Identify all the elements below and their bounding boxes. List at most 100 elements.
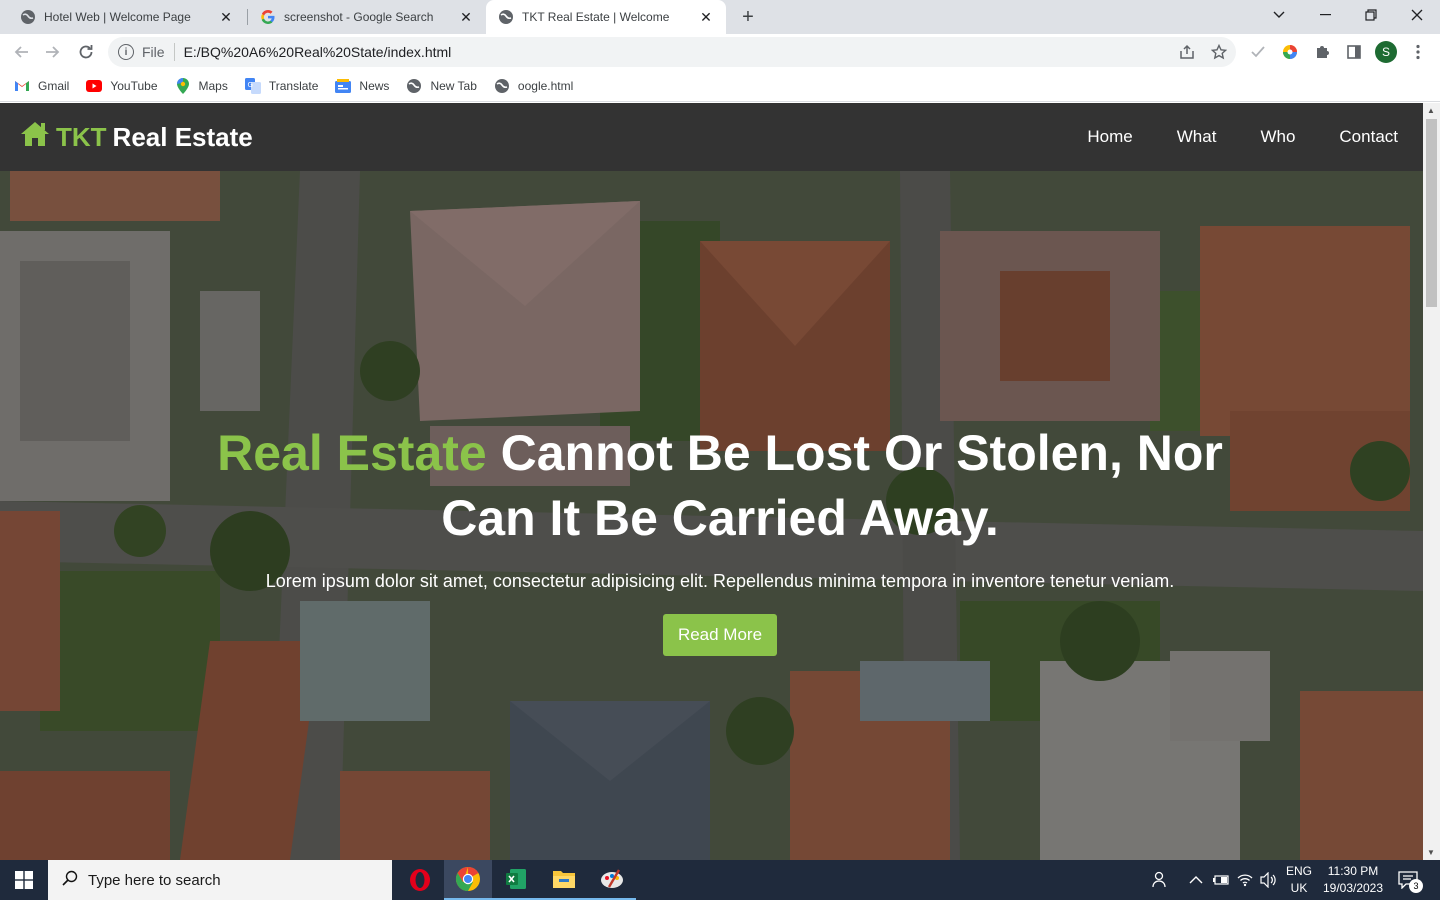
- close-window-button[interactable]: [1394, 0, 1440, 30]
- bookmark-star-icon[interactable]: [1210, 40, 1228, 64]
- back-button[interactable]: [9, 40, 33, 64]
- translate-icon: G: [244, 77, 261, 94]
- nav-home-link[interactable]: Home: [1087, 127, 1132, 147]
- opera-icon[interactable]: [396, 860, 444, 900]
- gmail-icon: [14, 78, 30, 94]
- read-more-button[interactable]: Read More: [662, 614, 778, 656]
- scheme-label: File: [142, 44, 165, 60]
- hero-content: Real Estate Cannot Be Lost Or Stolen, No…: [0, 421, 1423, 656]
- bookmark-label: YouTube: [110, 78, 158, 93]
- logo-brand: TKT: [56, 122, 107, 152]
- new-tab-button[interactable]: +: [736, 5, 760, 29]
- clock-date: 19/03/2023: [1322, 881, 1384, 895]
- globe-icon: [20, 9, 36, 25]
- wifi-icon[interactable]: [1237, 860, 1253, 900]
- browser-toolbar: i File E:/BQ%20A6%20Real%20State/index.h…: [0, 34, 1440, 70]
- tab-title: TKT Real Estate | Welcome: [522, 10, 670, 24]
- tab-tkt-real-estate[interactable]: TKT Real Estate | Welcome ✕: [486, 0, 726, 34]
- tab-search-icon[interactable]: [1256, 0, 1302, 30]
- bookmark-new-tab[interactable]: New Tab: [406, 78, 477, 94]
- bookmark-maps[interactable]: Maps: [175, 77, 228, 94]
- close-icon[interactable]: ✕: [456, 7, 476, 27]
- logo-text: Real Estate: [112, 122, 253, 152]
- bookmark-oogle-html[interactable]: oogle.html: [494, 78, 573, 94]
- tab-hotel-web[interactable]: Hotel Web | Welcome Page ✕: [0, 0, 246, 34]
- bookmark-gmail[interactable]: Gmail: [14, 78, 69, 94]
- chrome-icon[interactable]: [444, 860, 492, 900]
- bookmark-label: Translate: [268, 78, 319, 93]
- checkmark-extension-icon[interactable]: [1246, 40, 1270, 64]
- tab-google-search[interactable]: screenshot - Google Search ✕: [240, 0, 486, 34]
- volume-icon[interactable]: [1259, 860, 1277, 900]
- news-icon: [335, 78, 352, 94]
- bookmark-youtube[interactable]: YouTube: [86, 78, 158, 94]
- profile-avatar[interactable]: S: [1375, 41, 1397, 63]
- keyboard-layout: UK: [1290, 881, 1308, 895]
- nav-who-link[interactable]: Who: [1260, 127, 1295, 147]
- bookmark-news[interactable]: News: [335, 78, 389, 94]
- globe-icon: [498, 9, 514, 25]
- hero-heading-highlight: Real Estate: [217, 425, 487, 481]
- scroll-up-arrow-icon[interactable]: ▲: [1427, 106, 1435, 115]
- bookmarks-bar: Gmail YouTube Maps G Translate News New …: [0, 70, 1440, 102]
- notification-count-badge: 3: [1409, 879, 1423, 893]
- bookmark-label: News: [359, 78, 390, 93]
- search-icon: [62, 870, 78, 891]
- browser-tab-strip: Hotel Web | Welcome Page ✕ screenshot - …: [0, 0, 1440, 34]
- forward-button[interactable]: [41, 40, 65, 64]
- nav-contact-link[interactable]: Contact: [1339, 127, 1398, 147]
- language-code: ENG: [1285, 864, 1312, 878]
- scroll-down-arrow-icon[interactable]: ▼: [1427, 848, 1435, 857]
- site-logo[interactable]: TKT Real Estate: [20, 121, 253, 154]
- tab-title: screenshot - Google Search: [284, 10, 434, 24]
- battery-icon[interactable]: [1212, 860, 1230, 900]
- scrollbar-thumb[interactable]: [1426, 119, 1437, 307]
- maps-icon: [175, 77, 191, 94]
- divider: [173, 43, 175, 61]
- close-icon[interactable]: ✕: [216, 7, 236, 27]
- site-info-icon[interactable]: i: [118, 44, 134, 60]
- address-bar[interactable]: i File E:/BQ%20A6%20Real%20State/index.h…: [108, 37, 1236, 67]
- input-language-indicator[interactable]: ENG UK: [1284, 863, 1314, 897]
- clock-time: 11:30 PM: [1327, 864, 1379, 878]
- bookmark-translate[interactable]: G Translate: [244, 77, 319, 94]
- search-placeholder: Type here to search: [88, 871, 221, 889]
- site-navbar: TKT Real Estate Home What Who Contact: [0, 103, 1423, 171]
- youtube-icon: [86, 78, 103, 94]
- page-scrollbar[interactable]: ▲ ▼: [1423, 103, 1440, 860]
- minimize-button[interactable]: [1302, 0, 1348, 30]
- windows-taskbar: Type here to search ENG UK 11:30 PM 19/0…: [0, 860, 1440, 900]
- nav-links: Home What Who Contact: [1087, 127, 1398, 147]
- share-icon[interactable]: [1178, 40, 1196, 64]
- extensions-puzzle-icon[interactable]: [1310, 40, 1334, 64]
- hero-subtitle: Lorem ipsum dolor sit amet, consectetur …: [265, 571, 1175, 591]
- tray-chevron-up-icon[interactable]: [1189, 860, 1203, 900]
- nav-what-link[interactable]: What: [1177, 127, 1217, 147]
- menu-kebab-icon[interactable]: [1406, 40, 1430, 64]
- globe-icon: [494, 78, 510, 94]
- taskbar-clock[interactable]: 11:30 PM 19/03/2023: [1318, 863, 1388, 897]
- house-icon: [20, 121, 50, 154]
- notification-center-icon[interactable]: 3: [1396, 868, 1423, 893]
- hero-section: Real Estate Cannot Be Lost Or Stolen, No…: [0, 171, 1423, 860]
- people-icon[interactable]: [1150, 860, 1170, 900]
- excel-icon[interactable]: [492, 860, 540, 900]
- page-viewport: TKT Real Estate Home What Who Contact Re…: [0, 103, 1423, 860]
- start-button[interactable]: [0, 860, 48, 900]
- svg-text:G: G: [247, 81, 252, 89]
- close-icon[interactable]: ✕: [696, 7, 716, 27]
- restore-button[interactable]: [1348, 0, 1394, 30]
- side-panel-icon[interactable]: [1342, 40, 1366, 64]
- paint-icon[interactable]: [588, 860, 636, 900]
- google-icon: [260, 9, 276, 25]
- color-picker-extension-icon[interactable]: [1278, 40, 1302, 64]
- bookmark-label: Maps: [198, 78, 228, 93]
- url-text[interactable]: E:/BQ%20A6%20Real%20State/index.html: [184, 44, 452, 60]
- reload-button[interactable]: [74, 40, 98, 64]
- bookmark-label: New Tab: [430, 78, 477, 93]
- bookmark-label: oogle.html: [517, 78, 574, 93]
- taskbar-search-box[interactable]: Type here to search: [48, 860, 392, 900]
- windows-logo-icon: [15, 871, 33, 889]
- bookmark-label: Gmail: [38, 78, 70, 93]
- file-explorer-icon[interactable]: [540, 860, 588, 900]
